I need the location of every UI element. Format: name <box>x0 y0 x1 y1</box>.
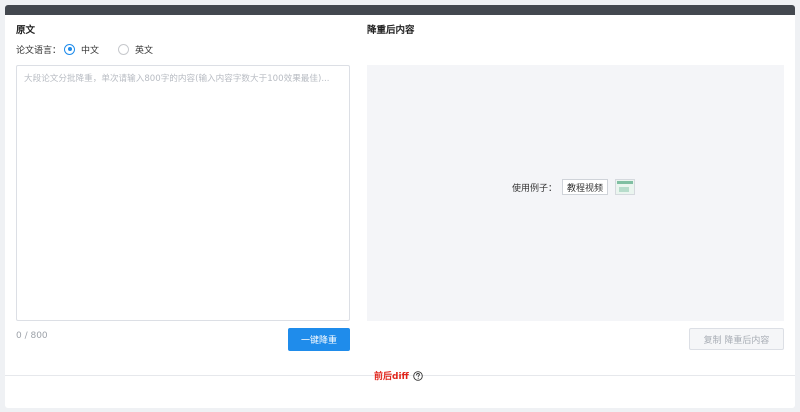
diff-label: 前后diff <box>374 372 409 382</box>
language-option-chinese[interactable]: 中文 <box>64 43 99 56</box>
copy-result-button[interactable]: 复制 降重后内容 <box>689 328 784 350</box>
result-title: 降重后内容 <box>367 25 415 36</box>
top-bar <box>5 5 795 15</box>
language-selector: 论文语言： 中文 英文 <box>16 42 153 56</box>
language-option-chinese-label: 中文 <box>81 45 100 56</box>
main-card: 原文 论文语言： 中文 英文 0 / 800 一键降重 降重后内容 使用例子： … <box>5 5 795 408</box>
char-counter: 0 / 800 <box>16 331 48 341</box>
video-thumbnail-icon[interactable] <box>615 179 636 195</box>
diff-toggle[interactable]: 前后diff <box>374 369 423 382</box>
result-panel: 使用例子： 教程视频 <box>367 65 784 321</box>
radio-chinese[interactable] <box>64 43 76 55</box>
original-text-title: 原文 <box>16 25 36 36</box>
example-row: 使用例子： 教程视频 <box>512 179 636 195</box>
original-text-input[interactable] <box>16 65 350 321</box>
example-label: 使用例子： <box>512 183 558 194</box>
language-label: 论文语言： <box>16 45 62 56</box>
radio-english[interactable] <box>118 43 130 55</box>
question-circle-icon[interactable] <box>413 370 423 381</box>
example-tutorial-chip[interactable]: 教程视频 <box>562 179 609 195</box>
language-option-english[interactable]: 英文 <box>118 43 153 56</box>
reduce-duplication-button[interactable]: 一键降重 <box>288 328 350 351</box>
language-option-english-label: 英文 <box>135 45 154 56</box>
